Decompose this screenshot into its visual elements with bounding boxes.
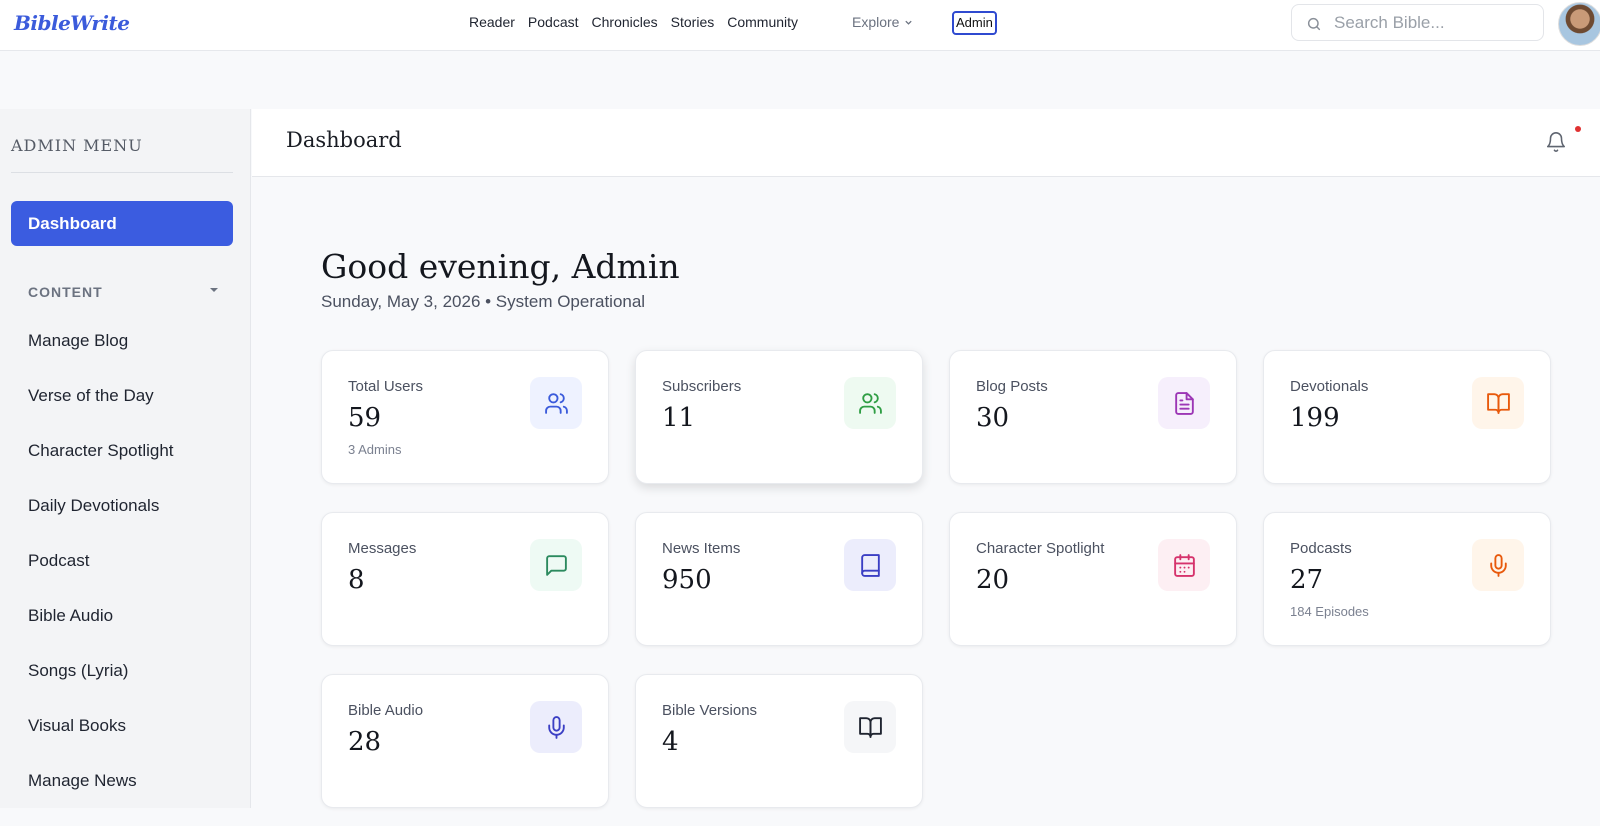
nav-link-podcast[interactable]: Podcast [528,14,579,30]
book-open-icon [844,701,896,753]
stat-card-news-items[interactable]: News Items 950 [635,512,923,646]
notification-badge [1575,126,1581,132]
stat-value: 27 [1290,565,1324,595]
sidebar-item-daily-devotionals[interactable]: Daily Devotionals [28,496,174,551]
sidebar-item-bible-audio[interactable]: Bible Audio [28,606,174,661]
stat-label: Podcasts [1290,540,1352,557]
sidebar-item-songs[interactable]: Songs (Lyria) [28,661,174,716]
sidebar-item-podcast[interactable]: Podcast [28,551,174,606]
nav-link-stories[interactable]: Stories [671,14,715,30]
sidebar-divider [11,172,233,173]
greeting-subtitle: Sunday, May 3, 2026 • System Operational [321,292,646,311]
stat-card-podcasts[interactable]: Podcasts 27 184 Episodes [1263,512,1551,646]
calendar-icon [1158,539,1210,591]
nav-link-reader[interactable]: Reader [469,14,515,30]
stat-value: 20 [976,565,1010,595]
search-box [1291,4,1544,41]
sidebar-title: ADMIN MENU [11,136,143,155]
book-open-icon [1472,377,1524,429]
nav-link-chronicles[interactable]: Chronicles [592,14,658,30]
stat-label: Blog Posts [976,378,1048,395]
stat-value: 59 [348,403,382,433]
sidebar-section-content[interactable]: CONTENT [28,284,218,300]
greeting-title: Good evening, Admin [321,247,680,286]
section-label: CONTENT [28,284,103,300]
stat-card-blog-posts[interactable]: Blog Posts 30 [949,350,1237,484]
caret-down-icon [210,288,218,292]
sidebar-item-verse-of-the-day[interactable]: Verse of the Day [28,386,174,441]
chevron-down-icon [905,20,913,25]
search-input[interactable] [1334,12,1534,34]
file-text-icon [1158,377,1210,429]
stat-sub: 184 Episodes [1290,604,1369,619]
primary-nav: Reader Podcast Chronicles Stories Commun… [469,14,811,30]
search-icon [1307,17,1321,31]
user-avatar[interactable] [1558,2,1600,46]
main-content: Dashboard Good evening, Admin Sunday, Ma… [252,109,1600,808]
bell-icon[interactable] [1545,131,1567,153]
message-square-icon [530,539,582,591]
stat-label: News Items [662,540,741,557]
app-logo[interactable]: BibleWrite [14,11,130,35]
page-header: Dashboard [252,109,1600,177]
stat-card-messages[interactable]: Messages 8 [321,512,609,646]
stat-value: 11 [662,403,696,433]
explore-dropdown[interactable]: Explore [852,14,913,30]
stat-label: Bible Audio [348,702,424,719]
sidebar-item-manage-blog[interactable]: Manage Blog [28,331,174,386]
explore-label: Explore [852,14,900,30]
users-icon [844,377,896,429]
stat-card-subscribers[interactable]: Subscribers 11 [635,350,923,484]
stat-value: 4 [662,727,679,757]
sidebar-item-visual-books[interactable]: Visual Books [28,716,174,771]
stat-label: Devotionals [1290,378,1369,395]
sidebar-items: Manage Blog Verse of the Day Character S… [28,331,174,826]
stat-value: 28 [348,727,382,757]
sidebar-item-dashboard[interactable]: Dashboard [11,201,233,246]
mic-icon [1472,539,1524,591]
stat-sub: 3 Admins [348,442,402,457]
admin-sidebar: ADMIN MENU Dashboard CONTENT Manage Blog… [0,109,251,808]
top-navbar: BibleWrite Reader Podcast Chronicles Sto… [0,0,1600,51]
stat-value: 30 [976,403,1010,433]
nav-link-community[interactable]: Community [727,14,798,30]
stat-label: Messages [348,540,417,557]
stat-card-total-users[interactable]: Total Users 59 3 Admins [321,350,609,484]
stat-card-bible-versions[interactable]: Bible Versions 4 [635,674,923,808]
stat-card-devotionals[interactable]: Devotionals 199 [1263,350,1551,484]
page-title: Dashboard [286,128,402,152]
mic-icon [530,701,582,753]
book-icon [844,539,896,591]
admin-button[interactable]: Admin [952,11,997,35]
stat-value: 950 [662,565,712,595]
stat-label: Character Spotlight [976,540,1105,557]
stat-label: Bible Versions [662,702,758,719]
sidebar-item-manage-news[interactable]: Manage News [28,771,174,826]
users-icon [530,377,582,429]
stat-label: Subscribers [662,378,742,395]
stat-card-bible-audio[interactable]: Bible Audio 28 [321,674,609,808]
sidebar-item-character-spotlight[interactable]: Character Spotlight [28,441,174,496]
stat-value: 8 [348,565,365,595]
stat-card-character-spotlight[interactable]: Character Spotlight 20 [949,512,1237,646]
stat-label: Total Users [348,378,424,395]
stat-value: 199 [1290,403,1340,433]
